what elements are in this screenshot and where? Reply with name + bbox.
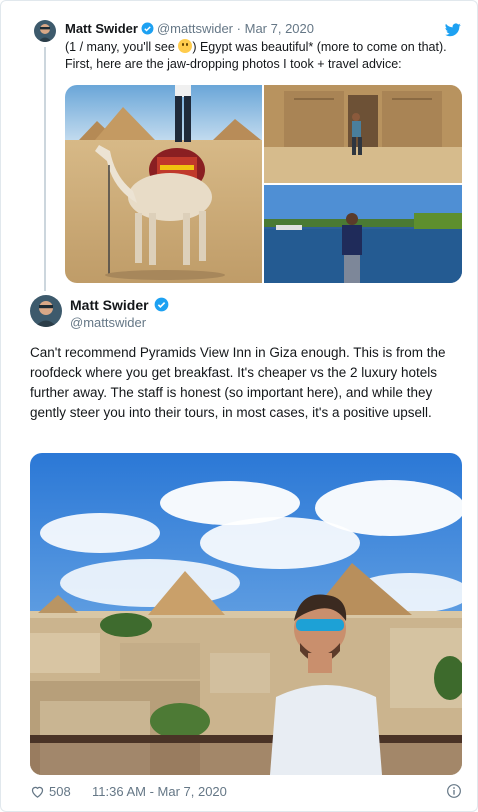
- thread-line: [44, 47, 46, 291]
- verified-badge-icon: [141, 22, 154, 35]
- photo-nile[interactable]: [264, 185, 462, 283]
- author-name[interactable]: Matt Swider: [70, 297, 172, 313]
- photo-temple[interactable]: [264, 85, 462, 183]
- tweet1-header: Matt Swider @mattswider · Mar 7, 2020: [65, 21, 314, 36]
- separator: ·: [236, 21, 241, 36]
- author-handle[interactable]: @mattswider: [70, 315, 146, 330]
- tweet-card: Matt Swider @mattswider · Mar 7, 2020 (1 …: [0, 0, 478, 812]
- tweet1-text: (1 / many, you'll see ) Egypt was beauti…: [65, 39, 465, 73]
- info-icon[interactable]: [446, 783, 462, 799]
- tweet1-text-part1: (1 / many, you'll see: [65, 40, 175, 54]
- flushed-face-emoji: [178, 39, 193, 53]
- avatar[interactable]: [30, 295, 62, 327]
- heart-icon[interactable]: [30, 784, 45, 799]
- author-name-text[interactable]: Matt Swider: [70, 297, 149, 313]
- twitter-bird-icon[interactable]: [445, 23, 461, 37]
- photo-rooftop-pyramids[interactable]: [30, 453, 462, 775]
- author-handle[interactable]: @mattswider: [157, 21, 233, 36]
- tweet-footer: 508 11:36 AM - Mar 7, 2020: [30, 783, 462, 801]
- tweet-timestamp[interactable]: 11:36 AM - Mar 7, 2020: [92, 784, 227, 799]
- author-name[interactable]: Matt Swider: [65, 21, 138, 36]
- tweet2-text: Can't recommend Pyramids View Inn in Giz…: [30, 345, 446, 420]
- tweet-date[interactable]: Mar 7, 2020: [245, 21, 314, 36]
- verified-badge-icon: [154, 297, 168, 312]
- photo-grid: [65, 85, 462, 283]
- photo-camel-pyramids[interactable]: [65, 85, 262, 283]
- like-count[interactable]: 508: [49, 784, 71, 799]
- avatar[interactable]: [34, 20, 56, 42]
